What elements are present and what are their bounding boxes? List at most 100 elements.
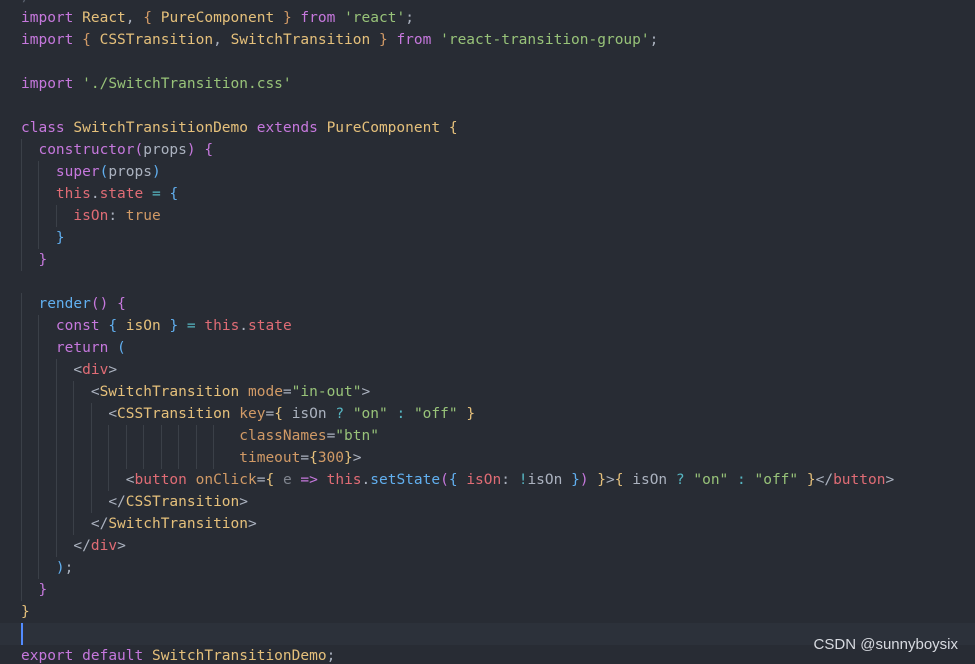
code-line[interactable]: </SwitchTransition>	[0, 513, 975, 535]
code-token: )	[186, 142, 196, 158]
code-token: }	[597, 472, 607, 488]
code-token: props	[108, 164, 152, 180]
code-token: >	[117, 538, 126, 554]
code-line[interactable]: </div>	[0, 535, 975, 557]
code-line[interactable]	[0, 95, 975, 117]
code-token: }	[38, 582, 48, 598]
code-area[interactable]: import React, { PureComponent } from 're…	[0, 7, 975, 664]
code-line[interactable]: timeout={300}>	[0, 447, 975, 469]
code-token: div	[90, 538, 118, 554]
code-token: )	[55, 560, 65, 576]
code-token: CSSTransition	[125, 494, 240, 510]
code-line[interactable]: const { isOn } = this.state	[0, 315, 975, 337]
code-line[interactable]: import './SwitchTransition.css'	[0, 73, 975, 95]
code-line[interactable]: <SwitchTransition mode="in-out">	[0, 381, 975, 403]
code-token: import	[21, 32, 74, 48]
code-token: "off"	[413, 406, 458, 422]
code-line[interactable]: }	[0, 579, 975, 601]
code-line[interactable]: constructor(props) {	[0, 139, 975, 161]
code-line[interactable]	[0, 51, 975, 73]
code-token: }	[38, 252, 48, 268]
indent-guide	[90, 447, 92, 469]
code-token: ,	[125, 10, 144, 26]
code-token: <	[125, 472, 135, 488]
code-token: {	[309, 450, 318, 466]
code-line[interactable]: <CSSTransition key={ isOn ? "on" : "off"…	[0, 403, 975, 425]
indent-guide	[38, 557, 40, 579]
code-token: ?	[675, 472, 685, 488]
code-line[interactable]: );	[0, 557, 975, 579]
code-token: 'react-transition-group'	[440, 32, 650, 48]
code-line[interactable]: super(props)	[0, 161, 975, 183]
indent-guide	[160, 425, 162, 447]
code-line[interactable]: this.state = {	[0, 183, 975, 205]
indent-guide	[21, 293, 22, 315]
indent-guide	[55, 403, 57, 425]
code-token: </	[815, 472, 834, 488]
indent-guide	[21, 381, 22, 403]
code-token: state	[99, 186, 144, 202]
code-token: import	[21, 76, 74, 92]
code-token: }	[344, 450, 353, 466]
code-editor[interactable]: / import React, { PureComponent } from '…	[0, 0, 975, 664]
code-line[interactable]: import React, { PureComponent } from 're…	[0, 7, 975, 29]
code-token: isOn	[291, 406, 327, 422]
code-line[interactable]: <div>	[0, 359, 975, 381]
indent-guide	[90, 425, 92, 447]
indent-guide	[38, 359, 40, 381]
code-token: "btn"	[335, 428, 379, 444]
code-token: SwitchTransition	[108, 516, 248, 532]
code-token: (	[117, 340, 126, 356]
code-line[interactable]: }	[0, 601, 975, 623]
code-line[interactable]: }	[0, 227, 975, 249]
code-line[interactable]: class SwitchTransitionDemo extends PureC…	[0, 117, 975, 139]
code-token: "off"	[754, 472, 799, 488]
code-line[interactable]: classNames="btn"	[0, 425, 975, 447]
code-line[interactable]: </CSSTransition>	[0, 491, 975, 513]
indent-guide	[21, 315, 22, 337]
code-token: {	[117, 296, 126, 312]
indent-guide	[195, 447, 197, 469]
code-token: }	[169, 318, 179, 334]
indent-guide	[108, 447, 110, 469]
indent-guide	[38, 205, 40, 227]
code-token: }	[378, 32, 388, 48]
code-token: SwitchTransitionDemo	[151, 648, 327, 664]
indent-guide	[73, 425, 75, 447]
code-token: {	[82, 32, 91, 48]
code-token: return	[55, 340, 109, 356]
indent-guide	[73, 381, 75, 403]
indent-guide	[90, 491, 92, 513]
code-line[interactable]: <button onClick={ e => this.setState({ i…	[0, 469, 975, 491]
code-token: from	[300, 10, 336, 26]
code-line[interactable]: import { CSSTransition, SwitchTransition…	[0, 29, 975, 51]
code-line[interactable]: isOn: true	[0, 205, 975, 227]
code-token: this	[204, 318, 240, 334]
code-line[interactable]: render() {	[0, 293, 975, 315]
code-token: SwitchTransitionDemo	[73, 120, 248, 136]
code-line[interactable]: return (	[0, 337, 975, 359]
indent-guide	[38, 425, 40, 447]
indent-guide	[55, 469, 57, 491]
code-token: >	[248, 516, 257, 532]
indent-guide	[21, 557, 22, 579]
code-line[interactable]: }	[0, 249, 975, 271]
indent-guide	[21, 161, 22, 183]
indent-guide	[21, 579, 22, 601]
code-token: PureComponent	[160, 10, 275, 26]
code-line[interactable]	[0, 271, 975, 293]
code-token: (	[99, 164, 109, 180]
